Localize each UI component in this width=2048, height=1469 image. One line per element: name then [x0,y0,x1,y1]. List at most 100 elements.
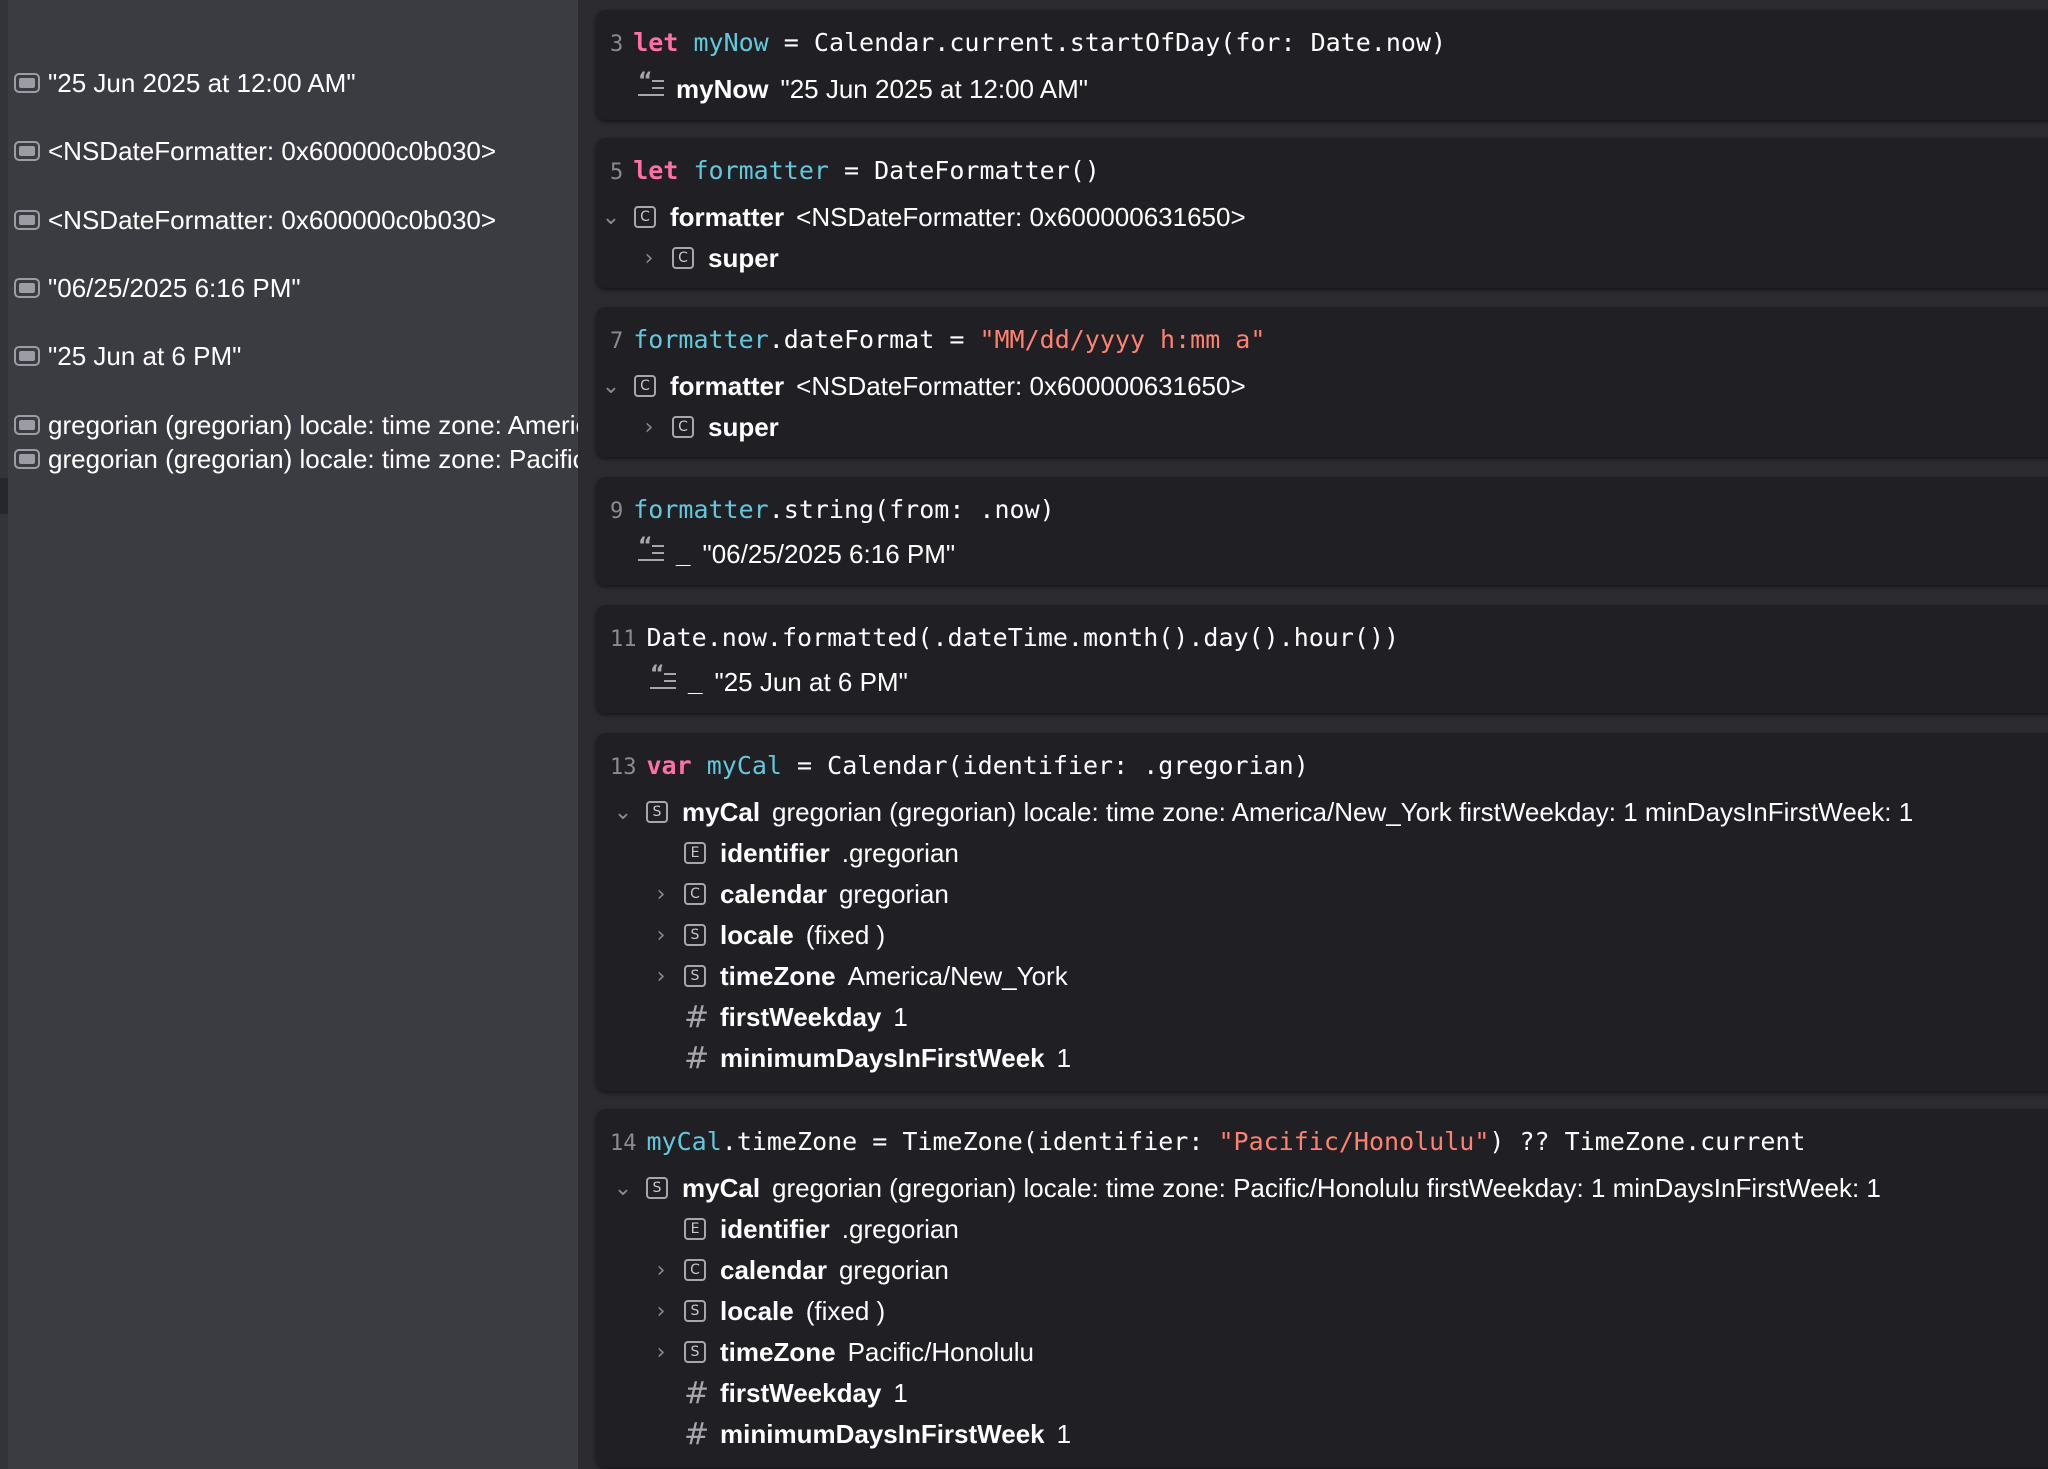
code-block-mycal: 13 var myCal = Calendar(identifier: .greg… [596,733,2048,1091]
code-line[interactable]: 5 let formatter = DateFormatter() [610,156,1100,185]
string-value-icon: “ [638,69,664,101]
sidebar-result-row[interactable]: gregorian (gregorian) locale: time zone:… [14,410,578,440]
chevron-down-icon[interactable]: ⌄ [610,1176,636,1201]
quick-look-icon[interactable] [14,73,40,93]
sidebar-result-row[interactable]: gregorian (gregorian) locale: time zone:… [14,444,578,474]
code-line[interactable]: 11 Date.now.formatted(.dateTime.month().d… [610,623,1399,652]
chevron-down-icon[interactable]: ⌄ [598,374,624,399]
code-line[interactable]: 9 formatter.string(from: .now) [610,495,1055,524]
result-name: identifier [720,837,830,868]
result-row[interactable]: “ _ "25 Jun at 6 PM" [650,662,908,699]
chevron-right-icon[interactable]: › [648,1258,674,1283]
struct-icon: S [684,1300,706,1322]
result-row[interactable]: E identifier .gregorian [648,1212,959,1246]
result-row[interactable]: # firstWeekday 1 [648,1000,908,1035]
result-value: "06/25/2025 6:16 PM" [702,538,956,569]
result-row[interactable]: ⌄ C formatter <NSDateFormatter: 0x600000… [598,200,1246,234]
code-text: = Calendar.current.startOfDay(for: Date.… [768,28,1447,57]
class-icon: C [634,206,656,228]
chevron-right-icon[interactable]: › [648,1299,674,1324]
code-text: .string(from: .now) [768,495,1055,524]
result-row[interactable]: › S timeZone Pacific/Honolulu [648,1335,1034,1369]
line-number: 11 [610,627,637,652]
quick-look-icon[interactable] [14,278,40,298]
result-name: firstWeekday [720,1377,882,1408]
result-row[interactable]: › C calendar gregorian [648,1253,949,1287]
result-value: 1 [1056,1042,1072,1073]
chevron-right-icon[interactable]: › [648,964,674,989]
code-text: .timeZone = TimeZone(identifier: [721,1127,1219,1156]
result-name: _ [688,666,703,697]
result-row[interactable]: # minimumDaysInFirstWeek 1 [648,1041,1072,1076]
result-row[interactable]: E identifier .gregorian [648,836,959,870]
result-row[interactable]: › C super [636,410,791,444]
line-number: 13 [610,755,637,780]
result-name: myCal [682,1172,761,1203]
result-name: formatter [670,201,785,232]
line-number: 14 [610,1131,637,1156]
code-block-formatted: 11 Date.now.formatted(.dateTime.month().d… [596,605,2048,713]
sidebar-result-row[interactable]: "25 Jun at 6 PM" [14,341,241,371]
chevron-right-icon[interactable]: › [636,246,662,271]
result-row[interactable]: › S locale (fixed ) [648,918,886,952]
result-value: (fixed ) [805,919,886,950]
result-value: 1 [1056,1418,1072,1449]
code-line[interactable]: 13 var myCal = Calendar(identifier: .greg… [610,751,1309,780]
chevron-right-icon[interactable]: › [648,882,674,907]
string-literal: "Pacific/Honolulu" [1218,1127,1490,1156]
result-row[interactable]: ⌄ S myCal gregorian (gregorian) locale: … [610,1171,1881,1205]
chevron-down-icon[interactable]: ⌄ [598,205,624,230]
sidebar-edge-marker [0,478,8,514]
identifier: myCal [706,751,782,780]
result-name: super [708,242,779,273]
result-row[interactable]: “ _ "06/25/2025 6:16 PM" [638,534,956,571]
class-icon: C [684,883,706,905]
result-name: formatter [670,370,785,401]
sidebar-result-row[interactable]: "06/25/2025 6:16 PM" [14,273,301,303]
result-value: gregorian (gregorian) locale: time zone:… [772,1172,1881,1203]
result-row[interactable]: ⌄ S myCal gregorian (gregorian) locale: … [610,795,1913,829]
sidebar-result-text: gregorian (gregorian) locale: time zone:… [48,409,578,440]
sidebar-edge [0,0,8,1469]
result-name: timeZone [720,960,836,991]
sidebar-result-row[interactable]: <NSDateFormatter: 0x600000c0b030> [14,136,496,166]
sidebar-result-row[interactable]: "25 Jun 2025 at 12:00 AM" [14,68,356,98]
quick-look-icon[interactable] [14,415,40,435]
code-line[interactable]: 3 let myNow = Calendar.current.startOfDay… [610,28,1446,57]
result-row[interactable]: ⌄ C formatter <NSDateFormatter: 0x600000… [598,369,1246,403]
chevron-right-icon[interactable]: › [648,923,674,948]
sidebar-result-text: "25 Jun 2025 at 12:00 AM" [48,67,356,98]
result-name: super [708,411,779,442]
code-line[interactable]: 7 formatter.dateFormat = "MM/dd/yyyy h:mm… [610,325,1265,354]
result-value: 1 [893,1001,908,1032]
result-value: gregorian (gregorian) locale: time zone:… [772,796,1914,827]
quick-look-icon[interactable] [14,141,40,161]
result-row[interactable]: › C calendar gregorian [648,877,949,911]
sidebar-result-row[interactable]: <NSDateFormatter: 0x600000c0b030> [14,205,496,235]
struct-icon: S [646,801,668,823]
result-value: (fixed ) [805,1295,886,1326]
code-block-string-from: 9 formatter.string(from: .now) “ _ "06/25… [596,477,2048,585]
result-row[interactable]: “ myNow "25 Jun 2025 at 12:00 AM" [638,69,1088,106]
chevron-right-icon[interactable]: › [636,415,662,440]
results-sidebar: "25 Jun 2025 at 12:00 AM" <NSDateFormatt… [0,0,578,1469]
code-line[interactable]: 14 myCal.timeZone = TimeZone(identifier: … [610,1127,1805,1156]
chevron-right-icon[interactable]: › [648,1340,674,1365]
result-row[interactable]: # firstWeekday 1 [648,1376,908,1411]
quick-look-icon[interactable] [14,346,40,366]
quick-look-icon[interactable] [14,449,40,469]
result-value: gregorian [838,878,949,909]
code-text: ) ?? TimeZone.current [1489,1127,1806,1156]
string-literal: "MM/dd/yyyy h:mm a" [979,325,1266,354]
sidebar-result-text: <NSDateFormatter: 0x600000c0b030> [48,204,497,235]
result-row[interactable]: # minimumDaysInFirstWeek 1 [648,1417,1072,1452]
result-row[interactable]: › S locale (fixed ) [648,1294,886,1328]
result-row[interactable]: › C super [636,241,791,275]
enum-icon: E [684,1218,706,1240]
result-row[interactable]: › S timeZone America/New_York [648,959,1068,993]
quick-look-icon[interactable] [14,210,40,230]
code-text: = DateFormatter() [828,156,1100,185]
result-value: .gregorian [841,1213,959,1244]
chevron-down-icon[interactable]: ⌄ [610,800,636,825]
result-value: <NSDateFormatter: 0x600000631650> [796,370,1246,401]
